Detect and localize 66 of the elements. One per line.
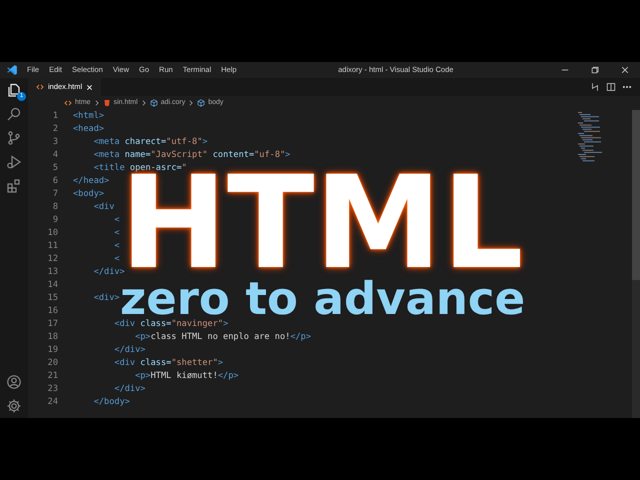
account-icon[interactable] bbox=[6, 374, 22, 390]
line-number: 18 bbox=[46, 331, 59, 344]
line-number: 2 bbox=[52, 123, 59, 136]
html5-file-icon bbox=[102, 99, 111, 107]
code-line: < bbox=[113, 227, 120, 240]
chevron-icon bbox=[94, 100, 100, 106]
code-line: <div bbox=[92, 201, 114, 214]
code-line: </div> bbox=[113, 383, 146, 396]
line-number: 4 bbox=[52, 149, 59, 162]
line-number: 9 bbox=[52, 214, 59, 227]
line-number: 20 bbox=[46, 357, 59, 370]
code-line: <div class="navinger"> bbox=[113, 318, 228, 331]
line-number: 8 bbox=[52, 201, 59, 214]
line-number: 13 bbox=[46, 266, 59, 279]
line-number: 23 bbox=[46, 383, 59, 396]
code-line: <meta charect="utf-8"> bbox=[92, 136, 208, 149]
subtitle: zero to advance bbox=[120, 281, 526, 317]
chevron-icon bbox=[140, 100, 147, 106]
line-number: 15 bbox=[46, 292, 59, 305]
line-number: 19 bbox=[46, 344, 59, 357]
line-number: 14 bbox=[46, 279, 59, 292]
line-number: 21 bbox=[46, 370, 59, 383]
code-line: </div> bbox=[113, 344, 146, 357]
code-line: <head> bbox=[73, 123, 104, 136]
line-number: 24 bbox=[46, 396, 59, 409]
line-number: 10 bbox=[46, 227, 59, 240]
code-line: <html> bbox=[73, 110, 104, 123]
code-line: </head> bbox=[73, 175, 110, 188]
line-number: 7 bbox=[52, 188, 59, 201]
files-icon[interactable] bbox=[6, 82, 22, 98]
line-number: 5 bbox=[52, 162, 59, 175]
code-line: <body> bbox=[73, 188, 104, 201]
line-number: 16 bbox=[46, 305, 59, 318]
code-line: <div> bbox=[92, 292, 120, 305]
chevron-icon bbox=[188, 100, 194, 106]
cube-icon bbox=[150, 99, 158, 107]
line-number: 1 bbox=[52, 110, 59, 123]
code-file-icon bbox=[64, 99, 72, 107]
code-line: <title open-asrc=" bbox=[92, 162, 187, 174]
code-line: <meta name="JavScript" content="uf-8"> bbox=[92, 149, 290, 162]
code-line: < bbox=[113, 214, 120, 227]
close-icon[interactable] bbox=[620, 65, 630, 75]
code-line: < bbox=[113, 240, 120, 253]
code-file-icon bbox=[36, 83, 44, 91]
restore-icon[interactable] bbox=[590, 65, 600, 75]
code-line: < bbox=[113, 253, 120, 266]
code-line: </div> bbox=[92, 266, 125, 279]
compare-icon[interactable] bbox=[590, 82, 600, 92]
branch-icon[interactable] bbox=[6, 130, 22, 146]
search-icon[interactable] bbox=[6, 106, 22, 122]
code-line: <div class="shetter"> bbox=[113, 357, 224, 370]
line-number: 17 bbox=[46, 318, 59, 331]
line-number: 12 bbox=[46, 253, 59, 266]
line-number: 6 bbox=[52, 175, 59, 188]
cube-icon bbox=[197, 99, 206, 107]
scrollbar[interactable] bbox=[632, 110, 640, 418]
code-line: </body> bbox=[92, 396, 130, 409]
code-line: <p>class HTML no enplo are no!</p> bbox=[134, 331, 312, 344]
settings-icon[interactable] bbox=[6, 398, 22, 414]
split-editor-icon[interactable] bbox=[606, 82, 616, 92]
vscode-logo-icon[interactable] bbox=[6, 64, 18, 76]
line-number: 3 bbox=[52, 136, 59, 149]
line-number: 11 bbox=[46, 240, 59, 253]
code-line: <p>HTML kiømutt!</p> bbox=[134, 370, 239, 383]
blocks-icon[interactable] bbox=[6, 178, 22, 194]
play-bug-icon[interactable] bbox=[6, 154, 22, 170]
